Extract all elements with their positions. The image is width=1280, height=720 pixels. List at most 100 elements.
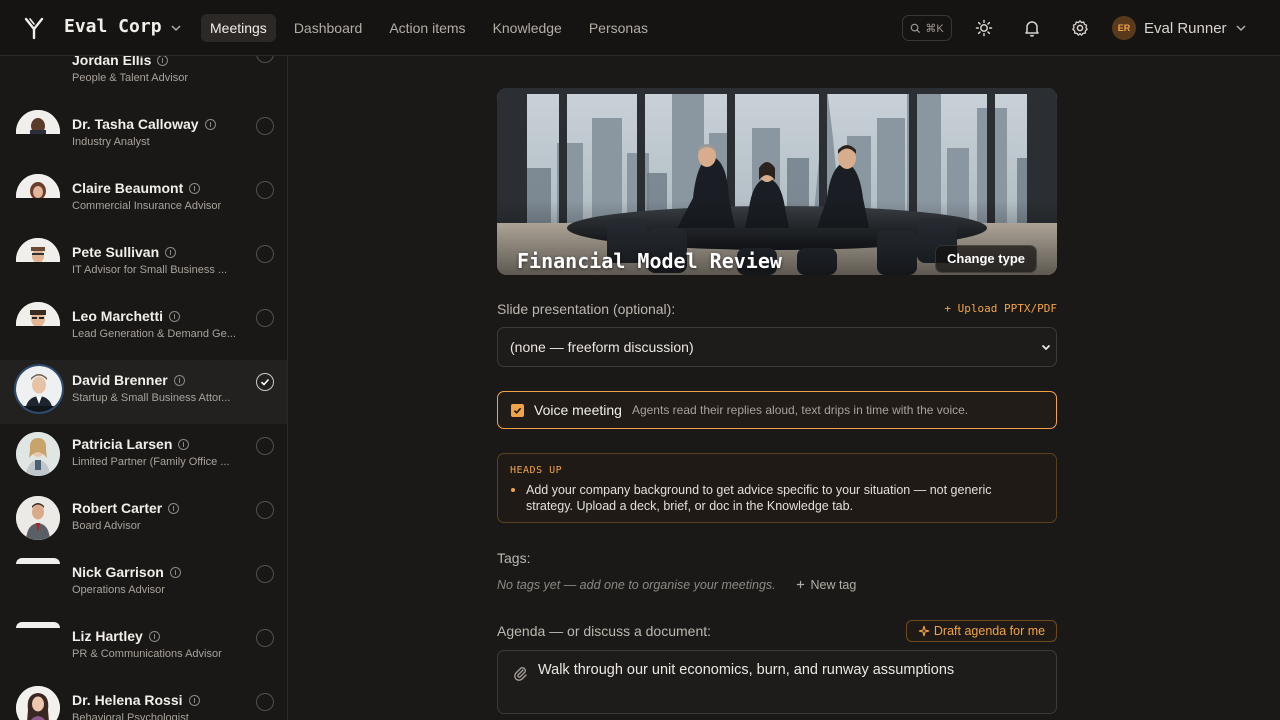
top-nav: Eval Corp Meetings Dashboard Action item…: [0, 0, 1280, 56]
slide-presentation-select[interactable]: (none — freeform discussion): [497, 327, 1057, 367]
persona-item[interactable]: Patricia Larsen Limited Partner (Family …: [0, 424, 287, 488]
voice-meeting-option[interactable]: Voice meeting Agents read their replies …: [497, 391, 1057, 429]
persona-avatar: [16, 622, 60, 628]
chevron-down-icon: [1236, 25, 1246, 32]
persona-avatar: [16, 174, 60, 198]
slide-presentation-label: Slide presentation (optional):: [497, 301, 676, 317]
paperclip-icon[interactable]: [512, 665, 528, 681]
persona-checkbox[interactable]: [256, 693, 274, 711]
bullet-icon: [511, 488, 515, 492]
persona-avatar: [16, 110, 60, 134]
draft-agenda-label: Draft agenda for me: [933, 624, 1046, 638]
persona-checkbox[interactable]: [256, 117, 274, 135]
meeting-title: Financial Model Review: [517, 249, 782, 273]
persona-checkbox[interactable]: [256, 629, 274, 647]
new-tag-button[interactable]: New tag: [796, 578, 856, 592]
info-icon[interactable]: [148, 630, 160, 642]
org-switcher[interactable]: Eval Corp: [64, 16, 182, 37]
info-icon[interactable]: [169, 566, 181, 578]
persona-avatar: [16, 558, 60, 564]
check-icon: [260, 378, 270, 386]
user-menu[interactable]: ER Eval Runner: [1112, 16, 1247, 40]
change-type-button[interactable]: Change type: [934, 245, 1037, 273]
persona-avatar: [16, 432, 60, 476]
persona-role: PR & Communications Advisor: [72, 648, 222, 660]
search-button[interactable]: ⌘K: [902, 15, 952, 41]
persona-name-row: Claire Beaumont: [72, 180, 201, 196]
persona-avatar: [16, 302, 60, 326]
persona-name-row: Dr. Tasha Calloway: [72, 116, 216, 132]
chevron-down-icon: [1041, 344, 1051, 351]
info-icon[interactable]: [204, 118, 216, 130]
bell-icon[interactable]: [1022, 18, 1042, 38]
info-icon[interactable]: [157, 56, 169, 66]
persona-name-row: Pete Sullivan: [72, 244, 177, 260]
agenda-label: Agenda — or discuss a document:: [497, 623, 712, 639]
persona-item[interactable]: Dr. Tasha Calloway Industry Analyst: [0, 104, 287, 168]
info-icon[interactable]: [168, 502, 180, 514]
nav-dashboard[interactable]: Dashboard: [285, 14, 372, 42]
nav-action-items[interactable]: Action items: [380, 14, 474, 42]
agenda-textarea[interactable]: Walk through our unit economics, burn, a…: [497, 650, 1057, 714]
persona-name: Claire Beaumont: [72, 180, 184, 196]
persona-item[interactable]: Pete Sullivan IT Advisor for Small Busin…: [0, 232, 287, 296]
persona-name-row: David Brenner: [72, 372, 185, 388]
sparkles-icon: [918, 625, 930, 637]
persona-item[interactable]: Liz Hartley PR & Communications Advisor: [0, 616, 287, 680]
persona-name-row: Liz Hartley: [72, 628, 160, 644]
info-icon[interactable]: [178, 438, 190, 450]
persona-avatar: [16, 686, 60, 720]
gear-icon[interactable]: [1070, 18, 1090, 38]
persona-item[interactable]: Claire Beaumont Commercial Insurance Adv…: [0, 168, 287, 232]
persona-item[interactable]: Leo Marchetti Lead Generation & Demand G…: [0, 296, 287, 360]
persona-role: Lead Generation & Demand Ge...: [72, 328, 236, 340]
persona-checkbox[interactable]: [256, 565, 274, 583]
app-logo-icon[interactable]: [22, 16, 46, 40]
voice-meeting-checkbox[interactable]: [511, 403, 524, 417]
persona-name: Robert Carter: [72, 500, 163, 516]
persona-checkbox[interactable]: [256, 245, 274, 263]
persona-sidebar[interactable]: Jordan Ellis People & Talent Advisor Dr.…: [0, 56, 288, 720]
info-icon[interactable]: [165, 246, 177, 258]
persona-name-row: Nick Garrison: [72, 564, 181, 580]
tags-label: Tags:: [497, 550, 531, 566]
org-name: Eval Corp: [64, 16, 162, 37]
persona-checkbox[interactable]: [256, 501, 274, 519]
plus-icon: [796, 580, 805, 589]
persona-checkbox[interactable]: [256, 181, 274, 199]
nav-personas[interactable]: Personas: [580, 14, 657, 42]
nav-meetings[interactable]: Meetings: [201, 14, 276, 42]
persona-item[interactable]: Robert Carter Board Advisor: [0, 488, 287, 552]
persona-item[interactable]: Dr. Helena Rossi Behavioral Psychologist: [0, 680, 287, 720]
theme-toggle-icon[interactable]: [974, 18, 994, 38]
persona-checkbox[interactable]: [256, 437, 274, 455]
persona-avatar: [16, 238, 60, 262]
heads-up-body: Add your company background to get advic…: [526, 483, 992, 513]
no-tags-text: No tags yet — add one to organise your m…: [497, 578, 776, 592]
persona-item[interactable]: Nick Garrison Operations Advisor: [0, 552, 287, 616]
new-tag-label: New tag: [810, 578, 857, 592]
nav-knowledge[interactable]: Knowledge: [484, 14, 571, 42]
info-icon[interactable]: [189, 182, 201, 194]
persona-name-row: Patricia Larsen: [72, 436, 190, 452]
info-icon[interactable]: [173, 374, 185, 386]
persona-item-selected[interactable]: David Brenner Startup & Small Business A…: [0, 360, 287, 424]
search-icon: [911, 23, 921, 33]
user-name: Eval Runner: [1144, 19, 1227, 37]
persona-role: Commercial Insurance Advisor: [72, 200, 222, 212]
persona-name: Liz Hartley: [72, 628, 143, 644]
draft-agenda-button[interactable]: Draft agenda for me: [906, 620, 1057, 642]
persona-item[interactable]: Jordan Ellis People & Talent Advisor: [0, 56, 287, 104]
info-icon[interactable]: [188, 694, 200, 706]
persona-checkbox[interactable]: [256, 309, 274, 327]
upload-pptx-link[interactable]: + Upload PPTX/PDF: [944, 302, 1057, 315]
persona-avatar: [16, 496, 60, 540]
search-shortcut: ⌘K: [925, 22, 944, 35]
persona-role: Industry Analyst: [72, 136, 150, 148]
persona-checkbox-checked[interactable]: [256, 373, 274, 391]
info-icon[interactable]: [169, 310, 181, 322]
persona-role: Limited Partner (Family Office ...: [72, 456, 230, 468]
persona-name-row: Robert Carter: [72, 500, 180, 516]
persona-name: Jordan Ellis: [72, 56, 152, 68]
persona-checkbox[interactable]: [256, 56, 274, 63]
